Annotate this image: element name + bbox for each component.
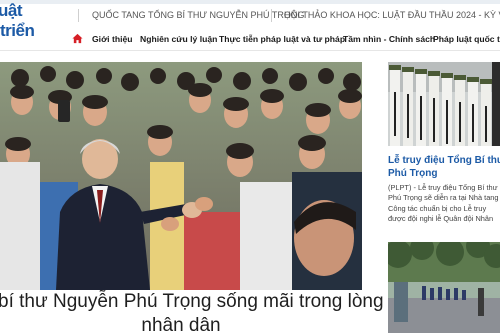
sidebar-article-summary: (PLPT) - Lễ truy điệu Tổng Bí thư Phú Tr… — [388, 183, 500, 225]
sidebar-photo-honor-guard[interactable] — [388, 62, 500, 146]
ticker-item[interactable]: HỘI THẢO KHOA HỌC: LUẬT ĐẦU THẦU 2024 - … — [284, 10, 500, 20]
headline-line-2: nhân dân — [141, 315, 221, 333]
main-nav: Giới thiệu Nghiên cứu lý luận Thực tiễn … — [0, 27, 500, 51]
ticker-separator — [271, 9, 272, 22]
news-ticker: QUỐC TANG TỔNG BÍ THƯ NGUYỄN PHÚ TRỌNG H… — [78, 8, 500, 26]
article-headline[interactable]: bí thư Nguyễn Phú Trọng sống mãi trong l… — [0, 291, 384, 333]
logo-line-1: uật — [0, 1, 23, 20]
ticker-separator — [78, 9, 79, 22]
sidebar-photo-street[interactable] — [388, 242, 500, 333]
summary-line: được đội nghi lễ Quân đội Nhân — [388, 214, 494, 224]
top-strip — [0, 0, 500, 4]
nav-item-thuc-tien[interactable]: Thực tiễn pháp luật và tư pháp — [219, 34, 345, 44]
nav-item-gioi-thieu[interactable]: Giới thiệu — [92, 34, 133, 44]
hero-photo[interactable] — [0, 62, 362, 290]
nav-item-phap-luat-quoc-te[interactable]: Pháp luật quốc tế — [433, 34, 500, 44]
headline-line-1: bí thư Nguyễn Phú Trọng sống mãi trong l… — [0, 291, 384, 312]
summary-line: (PLPT) - Lễ truy điệu Tổng Bí thư — [388, 183, 498, 192]
home-icon[interactable] — [72, 33, 83, 44]
ticker-item[interactable]: QUỐC TANG TỔNG BÍ THƯ NGUYỄN PHÚ TRỌNG — [92, 10, 304, 20]
sidebar-article-title[interactable]: Lễ truy điệu Tổng Bí thư N Phú Trọng — [388, 154, 500, 180]
sidebar-title-line-1: Lễ truy điệu Tổng Bí thư N — [388, 155, 500, 166]
nav-item-tam-nhin[interactable]: Tầm nhìn - Chính sách — [343, 34, 435, 44]
summary-line: Công tác chuẩn bị cho Lễ truy — [388, 203, 487, 213]
summary-line: Phú Trọng sẽ diễn ra tại Nhà tang — [388, 193, 499, 203]
sidebar-title-line-2: Phú Trọng — [388, 168, 438, 179]
page: uật triển QUỐC TANG TỔNG BÍ THƯ NGUYỄN P… — [0, 0, 500, 333]
nav-item-nghien-cuu[interactable]: Nghiên cứu lý luận — [140, 34, 217, 44]
